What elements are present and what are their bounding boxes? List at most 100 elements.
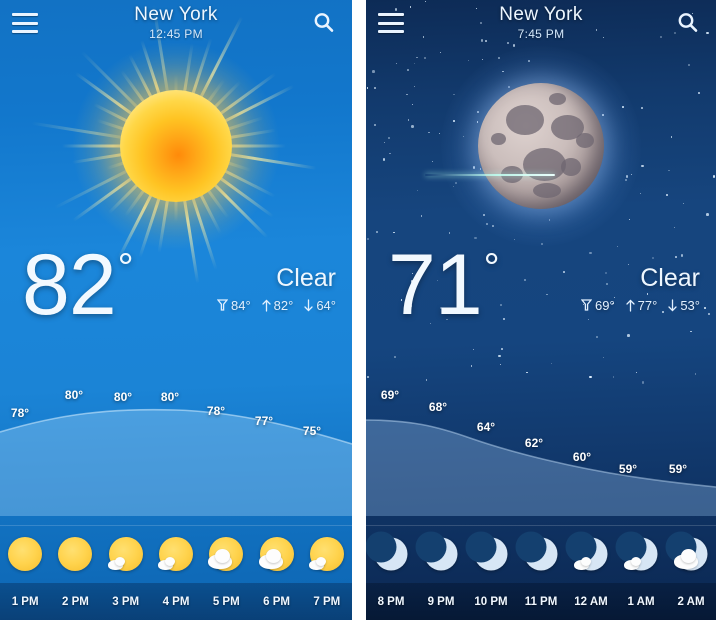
- low-temp-stat: 53°: [668, 298, 700, 313]
- day-hourly-icons: [0, 525, 352, 583]
- sun-small-cloud-icon: [156, 534, 196, 574]
- moon-cloud-icon: [665, 531, 711, 574]
- hourly-time-label: 4 PM: [162, 595, 190, 608]
- high-temp-stat: 77°: [626, 298, 658, 313]
- day-hourly-forecast: 1 PM 2 PM 3 PM 4 PM 5 PM 6 PM 7 PM: [0, 525, 352, 620]
- hourly-forecast-item[interactable]: [0, 525, 50, 583]
- hourly-time-label: 11 PM: [524, 595, 558, 608]
- hourly-time-label: 8 PM: [377, 595, 405, 608]
- sun-hero-art: [0, 4, 352, 284]
- night-current-conditions: 71° Clear 69° 77° 53°: [366, 242, 716, 344]
- graph-temp-label: 69°: [380, 388, 400, 402]
- star: [694, 372, 697, 375]
- day-weather-panel: New York 12:45 PM 82° Clear 84° 82° 64° …: [0, 0, 352, 620]
- moon-icon: [366, 531, 411, 574]
- star: [635, 372, 638, 374]
- current-temperature: 71°: [388, 242, 500, 328]
- hourly-forecast-item[interactable]: [151, 525, 201, 583]
- night-header: New York 7:45 PM: [366, 0, 716, 46]
- moon-icon: [515, 531, 558, 571]
- feels-like-value: 84°: [230, 298, 251, 313]
- current-temperature-value: 71: [388, 237, 483, 333]
- hourly-time-label: 10 PM: [474, 595, 508, 608]
- night-weather-panel: New York 7:45 PM 71° Clear 69° 77° 53° 6…: [366, 0, 716, 620]
- hourly-time-label: 2 PM: [62, 595, 89, 608]
- arrow-down-icon: [668, 299, 677, 312]
- star: [550, 362, 553, 364]
- current-temperature: 82°: [22, 242, 134, 328]
- weather-app-comparison: New York 12:45 PM 82° Clear 84° 82° 64° …: [0, 0, 716, 620]
- graph-temp-label: 59°: [618, 462, 638, 476]
- moon-icon: [415, 531, 458, 571]
- day-temperature-graph: 78° 80° 80° 80° 78° 77° 75°: [0, 376, 352, 516]
- moon-small-cloud-icon: [615, 531, 661, 574]
- thermometer-icon: [580, 299, 592, 311]
- star: [501, 348, 503, 351]
- day-header: New York 12:45 PM: [0, 0, 352, 46]
- cloud-icon: [265, 549, 281, 563]
- day-hourly-labels: 1 PM 2 PM 3 PM 4 PM 5 PM 6 PM 7 PM: [0, 525, 352, 620]
- condition-label: Clear: [276, 264, 336, 292]
- hourly-forecast-item[interactable]: [251, 525, 301, 583]
- moon-crater: [505, 105, 544, 136]
- moon-icon: [515, 531, 561, 574]
- day-title-block: New York 12:45 PM: [0, 4, 352, 41]
- low-temp-value: 53°: [680, 298, 700, 313]
- hourly-time-label: 7 PM: [313, 595, 341, 608]
- degree-symbol: °: [117, 246, 134, 290]
- arrow-down-icon: [304, 299, 313, 312]
- graph-temp-label: 80°: [64, 388, 84, 402]
- current-temperature-value: 82: [22, 237, 117, 333]
- night-title-block: New York 7:45 PM: [366, 4, 716, 41]
- star: [602, 357, 605, 359]
- current-time: 12:45 PM: [149, 27, 203, 41]
- night-graph-labels: 69° 68° 64° 62° 60° 59° 59°: [366, 376, 716, 516]
- night-hourly-icons: [366, 525, 716, 583]
- moon-crater: [576, 132, 594, 148]
- sun-icon: [58, 537, 93, 571]
- hourly-time-label: 9 PM: [427, 595, 455, 608]
- sunny-icon: [55, 534, 95, 574]
- hourly-forecast-item[interactable]: [465, 525, 516, 583]
- star: [393, 356, 396, 358]
- hourly-time-label: 2 AM: [677, 595, 705, 608]
- high-temp-value: 77°: [637, 298, 658, 313]
- cloud-icon: [315, 557, 326, 566]
- hourly-time-label: 12 AM: [574, 595, 608, 608]
- day-graph-labels: 78° 80° 80° 80° 78° 77° 75°: [0, 376, 352, 516]
- arrow-up-icon: [626, 299, 635, 312]
- hourly-forecast-item[interactable]: [302, 525, 352, 583]
- hourly-forecast-item[interactable]: [201, 525, 251, 583]
- hourly-forecast-item[interactable]: [50, 525, 100, 583]
- graph-temp-label: 62°: [524, 436, 544, 450]
- graph-temp-label: 78°: [10, 406, 30, 420]
- feels-like-stat: 84°: [216, 298, 251, 313]
- graph-temp-label: 80°: [160, 390, 180, 404]
- hourly-forecast-item[interactable]: [615, 525, 666, 583]
- high-temp-value: 82°: [273, 298, 294, 313]
- hourly-forecast-item[interactable]: [366, 525, 416, 583]
- search-icon[interactable]: [674, 9, 702, 37]
- moon-icon: [415, 531, 461, 574]
- cloud-icon: [164, 557, 175, 566]
- hourly-forecast-item[interactable]: [565, 525, 616, 583]
- hourly-time-label: 6 PM: [263, 595, 290, 608]
- feels-like-stat: 69°: [580, 298, 615, 313]
- hourly-forecast-item[interactable]: [515, 525, 566, 583]
- hourly-time-label: 1 PM: [11, 595, 39, 608]
- graph-temp-label: 59°: [668, 462, 688, 476]
- hourly-time-label: 1 AM: [627, 595, 655, 608]
- graph-temp-label: 80°: [113, 390, 133, 404]
- page-title: New York: [499, 4, 583, 25]
- search-icon[interactable]: [310, 9, 338, 37]
- hourly-time-label: 5 PM: [212, 595, 240, 608]
- cloud-icon: [631, 557, 641, 566]
- star: [499, 363, 501, 365]
- hourly-forecast-item[interactable]: [665, 525, 716, 583]
- hourly-forecast-item[interactable]: [101, 525, 151, 583]
- moon-icon: [366, 531, 408, 571]
- hourly-forecast-item[interactable]: [415, 525, 466, 583]
- moon-crater: [490, 132, 506, 146]
- star: [526, 371, 528, 373]
- sun-cloud-icon: [257, 534, 297, 574]
